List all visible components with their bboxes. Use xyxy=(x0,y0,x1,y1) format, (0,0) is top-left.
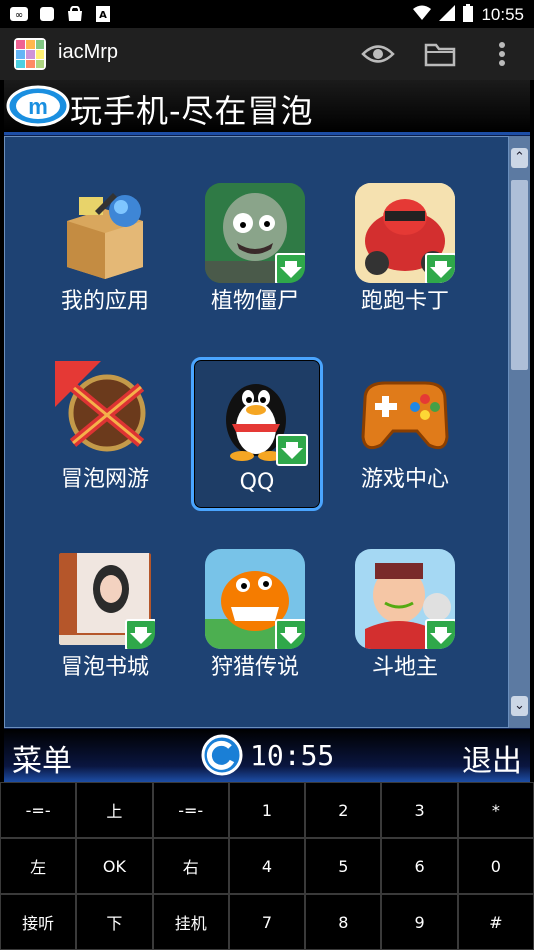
refresh-logo-icon xyxy=(200,733,244,777)
tile-label: 植物僵尸 xyxy=(210,289,299,314)
key-down[interactable]: 下 xyxy=(76,894,153,950)
screen-header: m 玩手机-尽在冒泡 xyxy=(4,80,530,135)
swords-icon xyxy=(55,361,155,461)
tile-label: QQ xyxy=(239,470,275,495)
book-icon xyxy=(55,549,155,649)
status-time: 10:55 xyxy=(481,5,524,24)
tile-bookstore[interactable]: 冒泡书城 xyxy=(41,549,169,697)
key-left-soft[interactable]: -=- xyxy=(0,782,77,838)
key-6[interactable]: 6 xyxy=(381,838,458,894)
screen-footer: 菜单 10:55 退出 xyxy=(4,729,530,782)
key-star[interactable]: * xyxy=(457,782,534,838)
tile-label: 狩猎传说 xyxy=(210,655,299,680)
header-title: 玩手机-尽在冒泡 xyxy=(70,92,314,130)
eye-icon[interactable] xyxy=(360,36,396,72)
app-bar: iacMrp xyxy=(0,28,534,80)
key-8[interactable]: 8 xyxy=(305,894,382,950)
zombie-icon xyxy=(205,183,305,283)
font-icon: A xyxy=(94,5,112,23)
app-grid: 我的应用 植物僵尸 跑跑卡丁 冒泡网游 QQ 游戏中心 冒泡书城 狩猎传说 斗地… xyxy=(4,136,509,728)
tile-qq[interactable]: QQ xyxy=(191,357,323,511)
more-options-icon[interactable] xyxy=(484,36,520,72)
store-icon xyxy=(66,5,84,23)
scroll-thumb[interactable] xyxy=(511,180,528,370)
key-5[interactable]: 5 xyxy=(305,838,382,894)
tile-label: 冒泡网游 xyxy=(60,467,149,492)
tile-kart[interactable]: 跑跑卡丁 xyxy=(341,183,469,331)
key-2[interactable]: 2 xyxy=(305,782,382,838)
penguin-icon xyxy=(206,364,308,466)
exit-softkey[interactable]: 退出 xyxy=(462,736,522,780)
key-left[interactable]: 左 xyxy=(0,838,77,894)
key-right-soft[interactable]: -=- xyxy=(152,782,229,838)
signal-icon xyxy=(439,5,456,25)
emulator-screen[interactable]: m 玩手机-尽在冒泡 我的应用 植物僵尸 跑跑卡丁 冒泡网游 QQ 游戏中心 冒… xyxy=(4,80,530,782)
tile-landlord[interactable]: 斗地主 xyxy=(341,549,469,697)
tile-label: 游戏中心 xyxy=(360,467,449,492)
download-badge-icon xyxy=(275,253,305,283)
gamepad-icon xyxy=(355,361,455,461)
tile-plants-zombies[interactable]: 植物僵尸 xyxy=(191,183,319,331)
tile-mopo-online[interactable]: 冒泡网游 xyxy=(41,361,169,509)
svg-text:A: A xyxy=(99,10,107,21)
square-icon xyxy=(38,5,56,23)
scrollbar[interactable]: ⌃ ⌄ xyxy=(509,136,530,728)
scroll-down-icon[interactable]: ⌄ xyxy=(511,696,528,716)
key-4[interactable]: 4 xyxy=(228,838,306,894)
battery-icon xyxy=(463,4,474,26)
key-call[interactable]: 接听 xyxy=(0,894,77,950)
screen-clock: 10:55 xyxy=(250,739,335,772)
infinity-icon: ∞ xyxy=(10,5,28,23)
tile-label: 我的应用 xyxy=(60,289,149,314)
key-hash[interactable]: # xyxy=(457,894,534,950)
download-badge-icon xyxy=(425,619,455,649)
landlord-icon xyxy=(355,549,455,649)
mopo-logo-icon: m xyxy=(6,84,72,128)
svg-text:∞: ∞ xyxy=(15,10,23,21)
download-badge-icon xyxy=(276,434,308,466)
key-right[interactable]: 右 xyxy=(152,838,229,894)
key-7[interactable]: 7 xyxy=(228,894,306,950)
status-bar: ∞ A 10:55 xyxy=(0,0,534,28)
download-badge-icon xyxy=(275,619,305,649)
virtual-keypad: -=- 上 -=- 1 2 3 * 左 OK 右 4 5 6 0 接听 下 挂机… xyxy=(0,782,534,950)
key-0[interactable]: 0 xyxy=(457,838,534,894)
tile-label: 跑跑卡丁 xyxy=(360,289,449,314)
download-badge-icon xyxy=(125,619,155,649)
key-3[interactable]: 3 xyxy=(381,782,458,838)
download-badge-icon xyxy=(425,253,455,283)
tile-hunting-legend[interactable]: 狩猎传说 xyxy=(191,549,319,697)
tile-label: 斗地主 xyxy=(371,655,438,680)
key-1[interactable]: 1 xyxy=(228,782,306,838)
key-hangup[interactable]: 挂机 xyxy=(152,894,229,950)
key-up[interactable]: 上 xyxy=(76,782,153,838)
svg-text:m: m xyxy=(28,94,48,119)
app-title: iacMrp xyxy=(58,41,119,63)
kart-icon xyxy=(355,183,455,283)
scroll-up-icon[interactable]: ⌃ xyxy=(511,148,528,168)
key-9[interactable]: 9 xyxy=(381,894,458,950)
folder-icon[interactable] xyxy=(422,36,458,72)
tile-label: 冒泡书城 xyxy=(60,655,149,680)
dinosaur-icon xyxy=(205,549,305,649)
tile-game-center[interactable]: 游戏中心 xyxy=(341,361,469,509)
box-icon xyxy=(55,183,155,283)
key-ok[interactable]: OK xyxy=(76,838,153,894)
wifi-icon xyxy=(413,5,432,25)
app-icon xyxy=(14,38,46,70)
menu-softkey[interactable]: 菜单 xyxy=(12,736,72,780)
tile-my-apps[interactable]: 我的应用 xyxy=(41,183,169,331)
